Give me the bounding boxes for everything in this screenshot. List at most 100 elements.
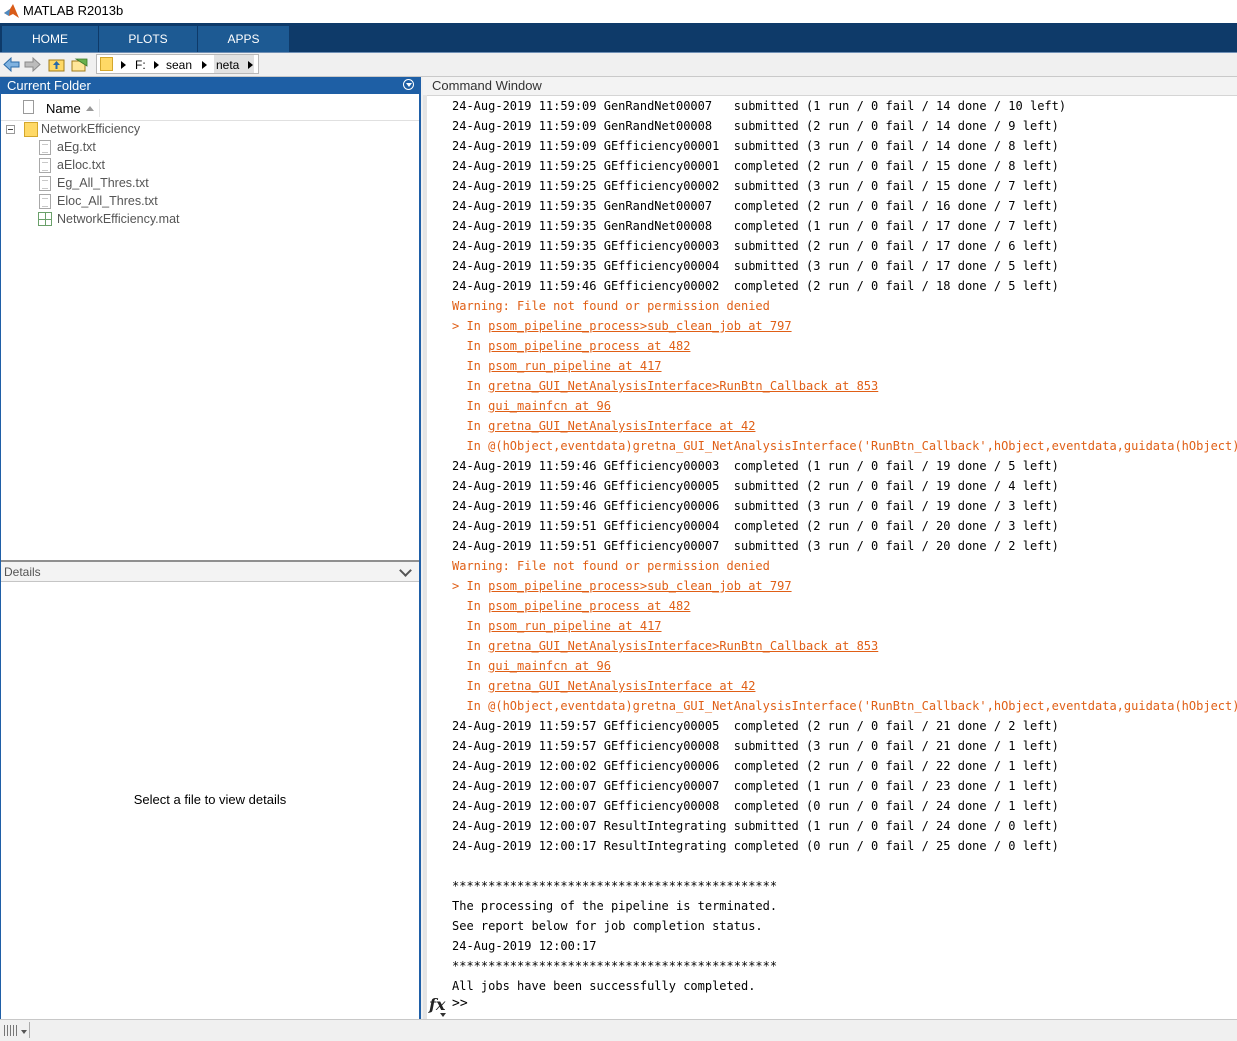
stack-trace-prefix: In	[452, 599, 489, 613]
output-line: 24-Aug-2019 12:00:07 GEfficiency00007 co…	[452, 779, 1059, 793]
stack-trace-link[interactable]: gretna_GUI_NetAnalysisInterface>RunBtn_C…	[488, 379, 878, 393]
panel-menu-icon[interactable]	[403, 79, 414, 90]
tab-home[interactable]: HOME	[2, 26, 99, 52]
stack-trace-line[interactable]: In gui_mainfcn at 96	[452, 396, 611, 416]
stack-trace-link[interactable]: gretna_GUI_NetAnalysisInterface>RunBtn_C…	[488, 639, 878, 653]
output-line: 24-Aug-2019 11:59:35 GenRandNet00007 com…	[452, 199, 1059, 213]
current-folder-header: Current Folder	[1, 77, 419, 94]
output-line: 24-Aug-2019 11:59:25 GEfficiency00002 su…	[452, 179, 1059, 193]
column-header: Name	[1, 96, 419, 121]
stack-trace-prefix: In	[452, 339, 489, 353]
output-line: 24-Aug-2019 12:00:17 ResultIntegrating c…	[452, 839, 1059, 853]
file-name: aEloc.txt	[57, 158, 105, 172]
output-line: 24-Aug-2019 11:59:51 GEfficiency00007 su…	[452, 539, 1059, 553]
folder-icon	[24, 122, 38, 137]
stack-trace-prefix: In	[452, 619, 489, 633]
crumb-drive[interactable]: F:	[135, 58, 146, 72]
stack-trace-prefix: In	[452, 359, 489, 373]
output-line: 24-Aug-2019 12:00:17	[452, 939, 597, 953]
stack-trace-prefix: > In	[452, 319, 489, 333]
stack-trace-line[interactable]: > In psom_pipeline_process>sub_clean_job…	[452, 316, 792, 336]
stack-trace-link[interactable]: gui_mainfcn at 96	[488, 659, 611, 673]
stack-trace-link[interactable]: psom_run_pipeline at 417	[488, 359, 661, 373]
grip-icon[interactable]	[4, 1025, 18, 1036]
chevron-down-icon[interactable]	[399, 564, 412, 577]
file-row[interactable]: aEloc.txt	[1, 157, 419, 175]
stack-trace-prefix: In	[452, 419, 489, 433]
column-divider[interactable]	[99, 99, 100, 117]
crumb-separator-icon	[202, 61, 207, 69]
name-column-header[interactable]: Name	[46, 101, 81, 116]
command-prompt[interactable]: fx >>	[429, 995, 1237, 1017]
window-title: MATLAB R2013b	[23, 3, 124, 18]
stack-trace-prefix: In	[452, 659, 489, 673]
stack-trace-line[interactable]: In gretna_GUI_NetAnalysisInterface at 42	[452, 676, 755, 696]
matlab-logo-icon	[4, 4, 19, 18]
output-line: All jobs have been successfully complete…	[452, 979, 756, 993]
crumb-separator-icon	[154, 61, 159, 69]
stack-trace-link[interactable]: psom_pipeline_process at 482	[488, 339, 690, 353]
command-window-header: Command Window	[423, 77, 1237, 96]
forward-arrow-icon[interactable]	[24, 56, 41, 73]
file-row[interactable]: Eloc_All_Thres.txt	[1, 193, 419, 211]
file-name: Eloc_All_Thres.txt	[57, 194, 158, 208]
output-line: 24-Aug-2019 11:59:09 GEfficiency00001 su…	[452, 139, 1059, 153]
file-name: Eg_All_Thres.txt	[57, 176, 149, 190]
stack-trace-prefix: In	[452, 399, 489, 413]
file-row[interactable]: NetworkEfficiency.mat	[1, 211, 419, 229]
warning-line: In @(hObject,eventdata)gretna_GUI_NetAna…	[452, 699, 1237, 713]
stack-trace-link[interactable]: gretna_GUI_NetAnalysisInterface at 42	[488, 679, 755, 693]
stack-trace-line[interactable]: In psom_run_pipeline at 417	[452, 356, 661, 376]
warning-line: In @(hObject,eventdata)gretna_GUI_NetAna…	[452, 439, 1237, 453]
stack-trace-link[interactable]: psom_pipeline_process>sub_clean_job at 7…	[488, 319, 791, 333]
crumb-dropdown-icon[interactable]	[248, 61, 253, 69]
output-line: 24-Aug-2019 11:59:57 GEfficiency00008 su…	[452, 739, 1059, 753]
crumb-neta[interactable]: neta	[216, 58, 239, 72]
path-field[interactable]: F: sean neta	[96, 54, 259, 74]
stack-trace-line[interactable]: In psom_pipeline_process at 482	[452, 336, 690, 356]
stack-trace-link[interactable]: psom_pipeline_process>sub_clean_job at 7…	[488, 579, 791, 593]
status-bar	[0, 1019, 1237, 1041]
crumb-sean[interactable]: sean	[166, 58, 192, 72]
status-divider	[29, 1022, 30, 1038]
ribbon-tabs: HOME PLOTS APPS	[0, 23, 1237, 53]
fx-icon[interactable]: fx	[429, 995, 445, 1014]
tab-plots[interactable]: PLOTS	[99, 26, 198, 52]
back-arrow-icon[interactable]	[3, 56, 20, 73]
output-line: The processing of the pipeline is termin…	[452, 899, 778, 913]
up-folder-icon[interactable]	[48, 56, 65, 73]
stack-trace-line[interactable]: In gui_mainfcn at 96	[452, 656, 611, 676]
stack-trace-line[interactable]: In gretna_GUI_NetAnalysisInterface>RunBt…	[452, 636, 878, 656]
details-header[interactable]: Details	[1, 562, 419, 582]
file-row[interactable]: aEg.txt	[1, 139, 419, 157]
details-title: Details	[4, 565, 41, 579]
output-line: 24-Aug-2019 11:59:25 GEfficiency00001 co…	[452, 159, 1059, 173]
warning-line: Warning: File not found or permission de…	[452, 299, 770, 313]
file-name: NetworkEfficiency.mat	[57, 212, 180, 226]
stack-trace-line[interactable]: In gretna_GUI_NetAnalysisInterface>RunBt…	[452, 376, 878, 396]
title-bar: MATLAB R2013b	[0, 0, 1237, 23]
file-row[interactable]: Eg_All_Thres.txt	[1, 175, 419, 193]
stack-trace-line[interactable]: In gretna_GUI_NetAnalysisInterface at 42	[452, 416, 755, 436]
stack-trace-link[interactable]: psom_pipeline_process at 482	[488, 599, 690, 613]
tab-apps[interactable]: APPS	[198, 26, 290, 52]
stack-trace-link[interactable]: psom_run_pipeline at 417	[488, 619, 661, 633]
stack-trace-link[interactable]: gretna_GUI_NetAnalysisInterface at 42	[488, 419, 755, 433]
stack-trace-line[interactable]: In psom_run_pipeline at 417	[452, 616, 661, 636]
browse-folder-icon[interactable]	[71, 56, 88, 73]
stack-trace-line[interactable]: > In psom_pipeline_process>sub_clean_job…	[452, 576, 792, 596]
fx-dropdown-icon[interactable]	[440, 1013, 446, 1017]
warning-line: Warning: File not found or permission de…	[452, 559, 770, 573]
collapse-icon[interactable]	[6, 125, 15, 134]
address-bar: F: sean neta	[0, 53, 1237, 77]
output-line: ****************************************…	[452, 959, 778, 973]
current-folder-title: Current Folder	[7, 78, 91, 93]
output-line: 24-Aug-2019 11:59:46 GEfficiency00002 co…	[452, 279, 1059, 293]
tree-folder-row[interactable]: NetworkEfficiency	[1, 121, 419, 139]
status-dropdown-icon[interactable]	[21, 1030, 27, 1034]
stack-trace-line[interactable]: In psom_pipeline_process at 482	[452, 596, 690, 616]
stack-trace-link[interactable]: gui_mainfcn at 96	[488, 399, 611, 413]
output-line: 24-Aug-2019 12:00:02 GEfficiency00006 co…	[452, 759, 1059, 773]
sort-ascending-icon	[86, 106, 94, 111]
command-window[interactable]: Command Window 24-Aug-2019 11:59:09 GenR…	[423, 77, 1237, 1019]
